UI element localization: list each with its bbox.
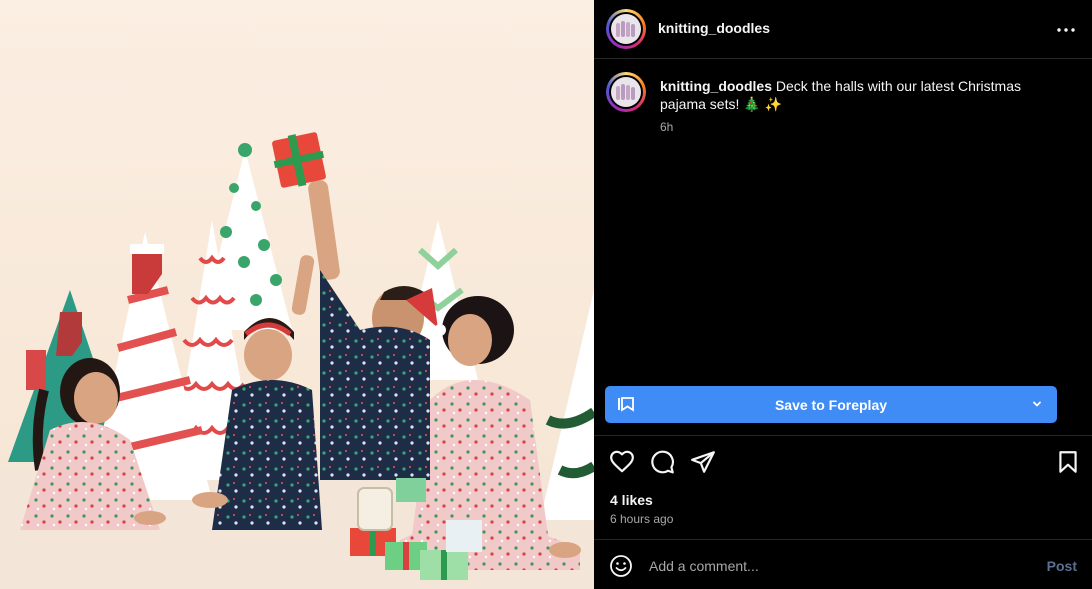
more-horizontal-icon	[1057, 28, 1075, 32]
post-header: knitting_doodles	[594, 0, 1092, 59]
post-details-panel: knitting_doodles knitting_doodles Deck t…	[594, 0, 1092, 589]
divider	[594, 435, 1092, 436]
caption-avatar[interactable]	[606, 72, 646, 112]
comment-input[interactable]	[649, 554, 1029, 578]
comment-button[interactable]	[649, 449, 675, 475]
comment-icon	[651, 450, 674, 474]
post-image[interactable]	[0, 0, 594, 589]
share-icon	[691, 451, 715, 473]
heart-icon	[610, 450, 634, 473]
avatar[interactable]	[606, 9, 646, 49]
more-options-button[interactable]	[1054, 18, 1078, 42]
avatar-image	[611, 14, 641, 44]
likes-count[interactable]: 4 likes	[610, 492, 653, 508]
username-link[interactable]: knitting_doodles	[658, 20, 770, 36]
gift-box-raised	[272, 132, 326, 188]
share-button[interactable]	[690, 449, 716, 475]
like-button[interactable]	[609, 449, 635, 475]
bookmark-icon	[1059, 451, 1077, 473]
post-caption: knitting_doodles Deck the halls with our…	[660, 77, 1070, 113]
post-timestamp: 6 hours ago	[610, 512, 674, 526]
save-to-foreplay-button[interactable]: Save to Foreplay	[605, 386, 1057, 423]
emoji-icon	[610, 555, 632, 577]
chevron-down-icon	[1033, 401, 1041, 407]
post-comment-button[interactable]: Post	[1047, 558, 1077, 574]
save-button-label: Save to Foreplay	[774, 397, 888, 413]
caption-username[interactable]: knitting_doodles	[660, 78, 772, 94]
emoji-button[interactable]	[609, 554, 633, 578]
bookmark-button[interactable]	[1055, 449, 1081, 475]
caption-timestamp[interactable]: 6h	[660, 120, 673, 134]
divider	[594, 539, 1092, 540]
avatar-image	[611, 77, 641, 107]
